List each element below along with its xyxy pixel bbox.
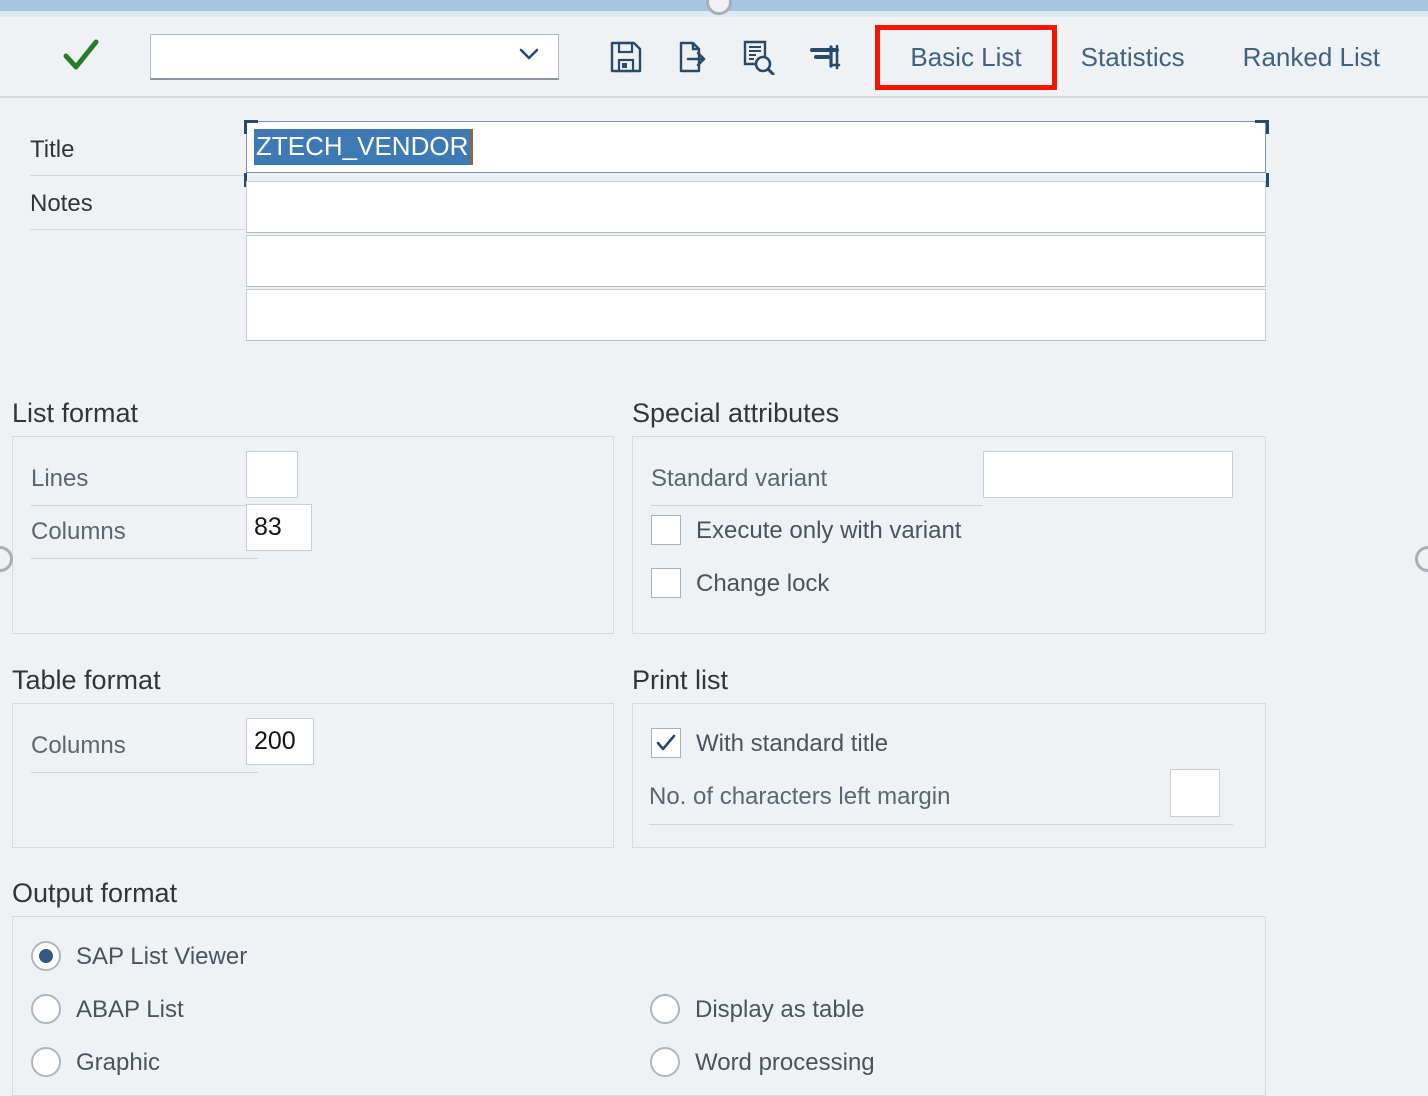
- radio-dot-icon: [39, 949, 53, 963]
- radio-sap-list-viewer[interactable]: [31, 941, 61, 971]
- export-icon[interactable]: [669, 31, 712, 83]
- focus-corner-top-right: [1255, 120, 1269, 134]
- lines-label: Lines: [31, 465, 88, 493]
- lines-input[interactable]: [246, 451, 298, 498]
- with-standard-title-label: With standard title: [696, 730, 888, 758]
- execute-only-with-variant-label: Execute only with variant: [696, 517, 961, 545]
- save-icon[interactable]: [605, 31, 648, 83]
- chevron-down-icon[interactable]: [514, 39, 544, 74]
- document-search-icon[interactable]: [736, 31, 779, 83]
- standard-variant-label: Standard variant: [651, 465, 827, 493]
- toolbar: Basic List Statistics Ranked List: [0, 17, 1428, 97]
- with-standard-title-checkbox[interactable]: [651, 728, 681, 758]
- radio-display-as-table[interactable]: [650, 994, 680, 1024]
- special-attributes-box: Standard variant Execute only with varia…: [632, 436, 1266, 634]
- title-input-value: ZTECH_VENDOR: [254, 129, 473, 165]
- list-format-box: Lines Columns 83: [12, 436, 614, 634]
- left-margin-underline: [649, 824, 1233, 825]
- change-lock-label: Change lock: [696, 570, 829, 598]
- tab-basic-list[interactable]: Basic List: [875, 25, 1056, 90]
- print-list-box: With standard title No. of characters le…: [632, 703, 1266, 848]
- check-mark-icon: [654, 731, 678, 755]
- special-attributes-title: Special attributes: [632, 398, 839, 429]
- output-format-title: Output format: [12, 878, 177, 909]
- list-columns-input[interactable]: 83: [246, 504, 312, 551]
- notes-input-line-1[interactable]: [246, 181, 1266, 233]
- table-columns-input[interactable]: 200: [246, 718, 314, 765]
- radio-graphic-label: Graphic: [76, 1049, 160, 1077]
- title-input[interactable]: ZTECH_VENDOR: [246, 121, 1266, 173]
- notes-input-line-3[interactable]: [246, 289, 1266, 341]
- standard-variant-input[interactable]: [983, 451, 1233, 498]
- title-label-underline: [30, 175, 245, 176]
- print-list-title: Print list: [632, 665, 728, 696]
- radio-graphic[interactable]: [31, 1047, 61, 1077]
- radio-sap-list-viewer-label: SAP List Viewer: [76, 943, 247, 971]
- tab-statistics[interactable]: Statistics: [1071, 38, 1195, 77]
- left-margin-input[interactable]: [1170, 769, 1220, 817]
- tab-bar: Basic List Statistics Ranked List: [875, 25, 1428, 90]
- radio-abap-list-label: ABAP List: [76, 996, 184, 1024]
- focus-corner-top-left: [244, 120, 258, 134]
- command-field[interactable]: [150, 34, 559, 80]
- notes-label-underline: [30, 229, 245, 230]
- output-format-box: SAP List Viewer ABAP List Graphic Displa…: [12, 916, 1266, 1096]
- table-format-box: Columns 200: [12, 703, 614, 848]
- left-margin-label: No. of characters left margin: [649, 783, 950, 811]
- toolbar-separator: [0, 96, 1428, 98]
- radio-display-as-table-label: Display as table: [695, 996, 864, 1024]
- execute-only-with-variant-checkbox[interactable]: [651, 515, 681, 545]
- standard-variant-underline: [651, 505, 983, 506]
- table-format-title: Table format: [12, 665, 161, 696]
- title-label: Title: [30, 136, 74, 164]
- resize-handle-right[interactable]: [1415, 546, 1428, 572]
- list-format-title: List format: [12, 398, 138, 429]
- notes-label: Notes: [30, 190, 93, 218]
- confirm-button[interactable]: [60, 34, 102, 81]
- list-columns-label: Columns: [31, 518, 126, 546]
- radio-abap-list[interactable]: [31, 994, 61, 1024]
- radio-word-processing[interactable]: [650, 1047, 680, 1077]
- green-check-icon: [60, 34, 102, 81]
- change-lock-checkbox[interactable]: [651, 568, 681, 598]
- radio-word-processing-label: Word processing: [695, 1049, 875, 1077]
- tab-ranked-list[interactable]: Ranked List: [1233, 38, 1390, 77]
- lines-underline: [31, 505, 258, 506]
- table-columns-underline: [31, 772, 258, 773]
- notes-input-line-2[interactable]: [246, 235, 1266, 287]
- table-columns-label: Columns: [31, 732, 126, 760]
- list-columns-underline: [31, 558, 258, 559]
- measure-icon[interactable]: [805, 31, 848, 83]
